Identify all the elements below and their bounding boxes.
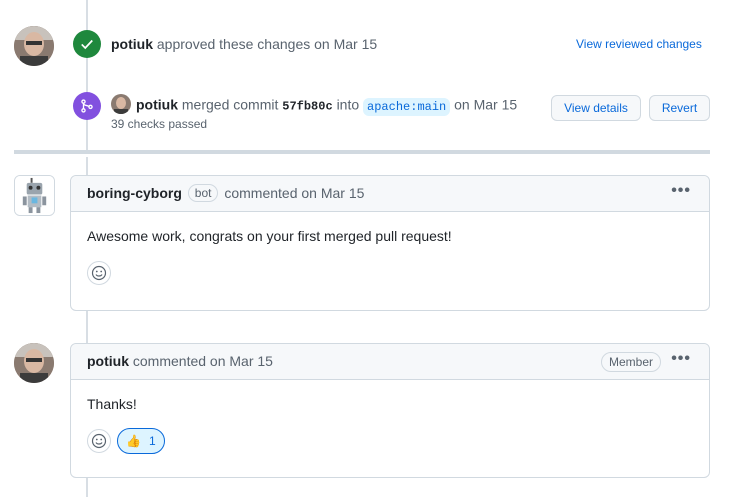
view-details-button[interactable]: View details xyxy=(551,95,641,121)
comment-meta[interactable]: commented on Mar 15 xyxy=(224,185,364,201)
timeline-divider xyxy=(14,150,710,154)
mini-avatar[interactable] xyxy=(111,94,131,114)
comment-header-text: boring-cyborg bot commented on Mar 15 xyxy=(87,184,364,203)
view-reviewed-changes-link[interactable]: View reviewed changes xyxy=(576,37,702,51)
timeline-line xyxy=(86,0,88,150)
merge-author[interactable]: potiuk xyxy=(136,97,178,113)
merge-icon xyxy=(73,92,101,120)
comment-author[interactable]: potiuk xyxy=(87,353,129,369)
reaction-count: 1 xyxy=(148,434,156,448)
checks-status[interactable]: 39 checks passed xyxy=(111,117,207,131)
timeline-line xyxy=(86,310,88,343)
approval-text: potiuk approved these changes on Mar 15 xyxy=(111,36,377,52)
member-badge: Member xyxy=(600,352,661,372)
comment-body: Awesome work, congrats on your first mer… xyxy=(87,228,452,244)
more-options-icon[interactable]: ••• xyxy=(671,182,691,200)
add-reaction-button[interactable] xyxy=(87,429,111,453)
comment-body: Thanks! xyxy=(87,396,137,412)
commit-sha[interactable]: 57fb80c xyxy=(282,100,332,114)
revert-button[interactable]: Revert xyxy=(649,95,710,121)
comment-header: boring-cyborg bot commented on Mar 15 ••… xyxy=(71,176,709,212)
merge-date: on Mar 15 xyxy=(454,96,518,113)
timeline-line xyxy=(86,157,88,175)
timeline-line xyxy=(86,478,88,497)
merge-into: into xyxy=(336,96,360,113)
smiley-icon xyxy=(91,433,107,449)
merge-text: potiuk merged commit 57fb80c into apache… xyxy=(111,94,518,116)
merge-action: merged commit xyxy=(181,96,279,113)
add-reaction-button[interactable] xyxy=(87,261,111,285)
comment-meta[interactable]: commented on Mar 15 xyxy=(133,353,273,369)
check-icon xyxy=(73,30,101,58)
approval-action: approved these changes on Mar 15 xyxy=(156,36,378,52)
bot-avatar[interactable] xyxy=(14,175,55,216)
reactions-bar xyxy=(71,244,709,300)
thumbs-up-reaction[interactable]: 👍 1 xyxy=(117,428,165,454)
more-options-icon[interactable]: ••• xyxy=(671,350,691,368)
pr-timeline: potiuk approved these changes on Mar 15 … xyxy=(0,0,733,497)
comment-author[interactable]: boring-cyborg xyxy=(87,185,182,201)
avatar[interactable] xyxy=(14,26,54,66)
comment-card: potiuk commented on Mar 15 Member ••• Th… xyxy=(70,343,710,478)
approval-author[interactable]: potiuk xyxy=(111,36,153,52)
comment-header: potiuk commented on Mar 15 Member ••• xyxy=(71,344,709,380)
bot-label: bot xyxy=(187,184,219,202)
comment-header-text: potiuk commented on Mar 15 xyxy=(87,353,273,369)
reactions-bar: 👍 1 xyxy=(71,412,709,468)
thumbs-up-icon: 👍 xyxy=(126,434,141,448)
comment-card: boring-cyborg bot commented on Mar 15 ••… xyxy=(70,175,710,311)
avatar[interactable] xyxy=(14,343,54,383)
branch-label[interactable]: apache:main xyxy=(363,97,451,116)
smiley-icon xyxy=(91,265,107,281)
